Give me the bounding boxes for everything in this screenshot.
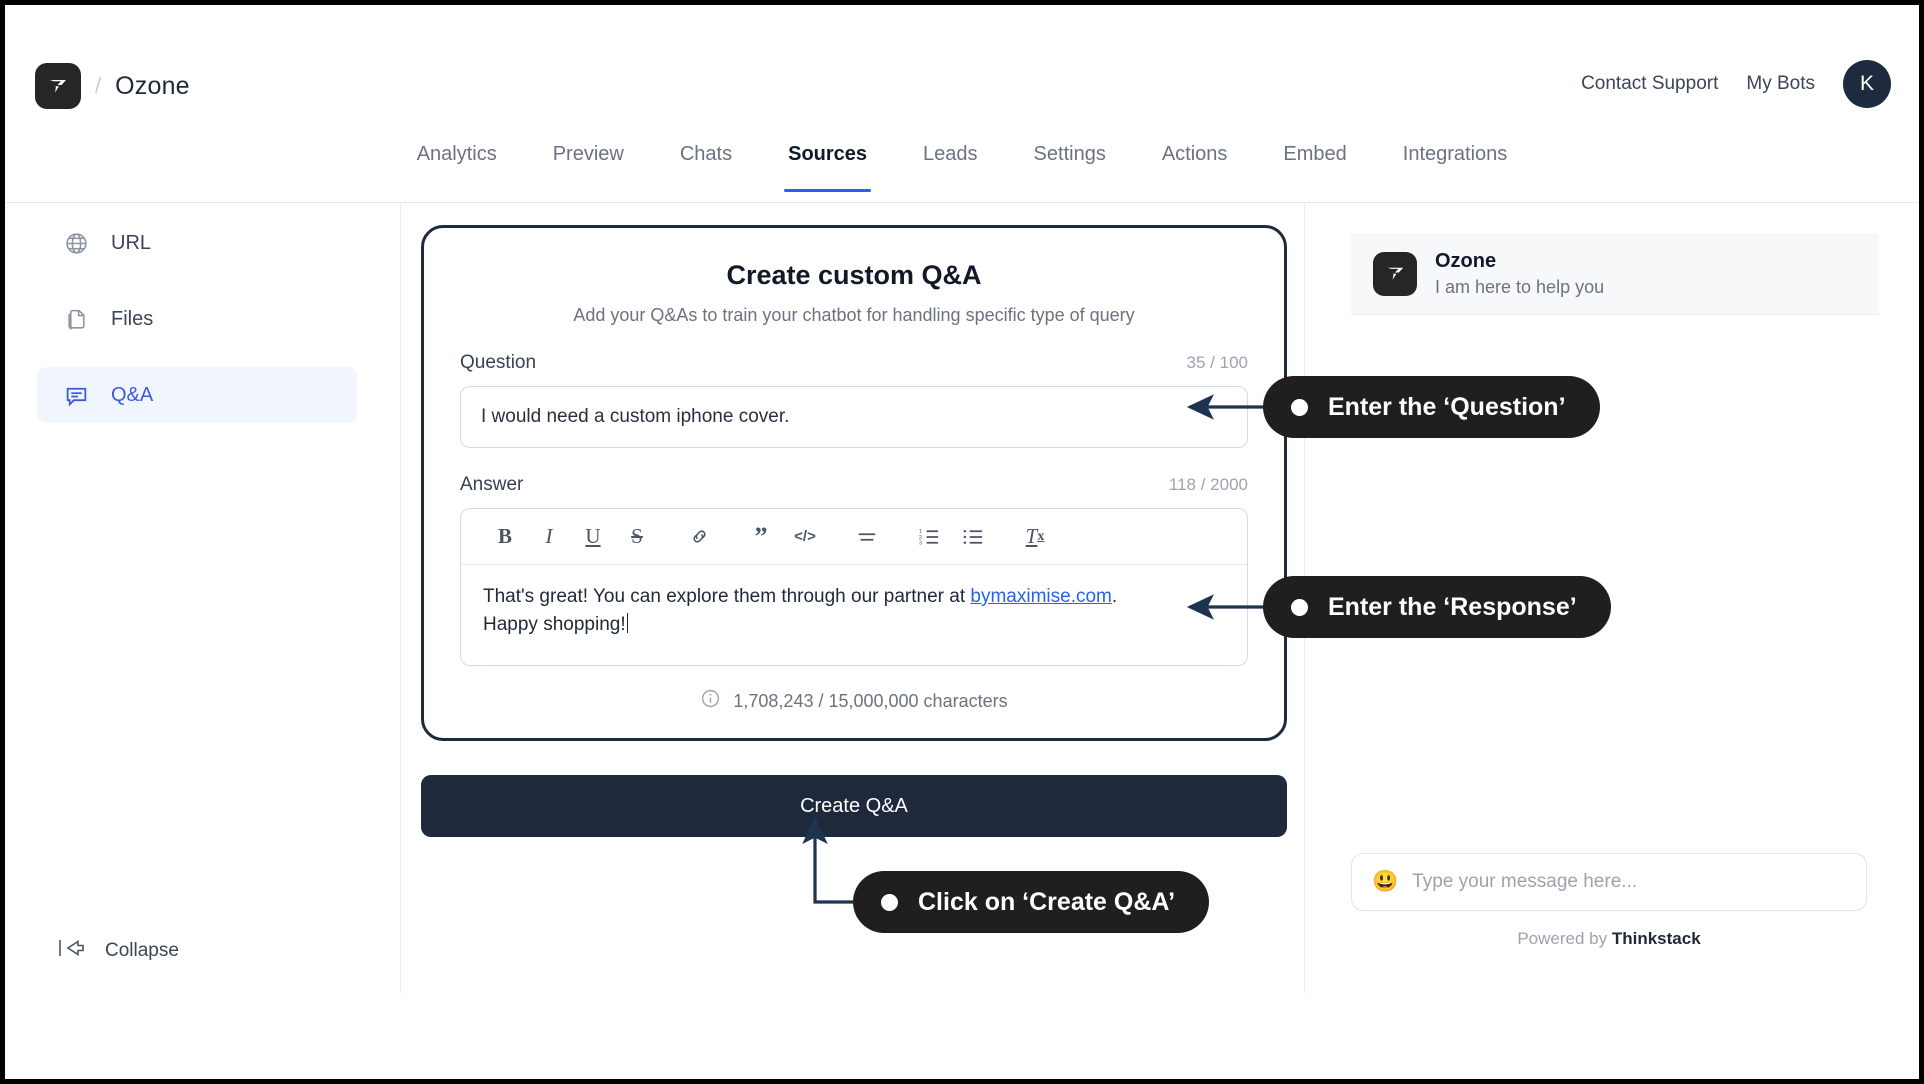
- bullet-dot-icon: [1291, 598, 1308, 616]
- callout-text: Click on ‘Create Q&A’: [918, 887, 1176, 916]
- app-header: / Ozone Contact Support My Bots K: [5, 5, 1919, 121]
- my-bots-link[interactable]: My Bots: [1746, 73, 1815, 95]
- callout-text: Enter the ‘Question’: [1328, 392, 1566, 421]
- sidebar-item-qa[interactable]: Q&A: [37, 367, 357, 423]
- bullet-list-icon[interactable]: [951, 517, 995, 557]
- thinkstack-logo-icon[interactable]: [35, 63, 81, 109]
- chat-header: Ozone I am here to help you: [1351, 233, 1879, 315]
- bullet-dot-icon: [881, 893, 898, 911]
- question-label: Question: [460, 352, 537, 373]
- answer-link[interactable]: bymaximise.com: [970, 586, 1111, 607]
- sidebar-item-label: Files: [111, 307, 154, 330]
- documents-icon: [63, 306, 89, 332]
- create-qa-card: Create custom Q&A Add your Q&As to train…: [421, 225, 1287, 741]
- question-counter: 35 / 100: [1186, 353, 1248, 372]
- code-icon[interactable]: </>: [783, 517, 827, 557]
- tab-analytics[interactable]: Analytics: [389, 121, 525, 192]
- answer-text-before-link: That's great! You can explore them throu…: [483, 586, 971, 607]
- text-caret: [626, 612, 629, 633]
- contact-support-link[interactable]: Contact Support: [1581, 73, 1718, 95]
- callout-text: Enter the ‘Response’: [1328, 592, 1577, 621]
- header-actions: Contact Support My Bots K: [1581, 60, 1891, 108]
- avatar[interactable]: K: [1843, 60, 1891, 108]
- sidebar-item-files[interactable]: Files: [37, 291, 357, 347]
- callout-enter-response: Enter the ‘Response’: [1263, 576, 1611, 638]
- smiley-icon[interactable]: 😃: [1372, 870, 1398, 894]
- tab-leads[interactable]: Leads: [895, 121, 1006, 192]
- question-field-header: Question 35 / 100: [460, 352, 1248, 374]
- breadcrumb-separator: /: [95, 73, 102, 98]
- powered-by-prefix: Powered by: [1517, 929, 1612, 948]
- powered-by: Powered by Thinkstack: [1351, 929, 1867, 949]
- info-icon: [700, 688, 721, 714]
- answer-counter: 118 / 2000: [1168, 475, 1248, 494]
- character-total: 1,708,243 / 15,000,000 characters: [424, 688, 1284, 714]
- chat-message-input[interactable]: 😃 Type your message here...: [1351, 853, 1867, 911]
- question-input-value: I would need a custom iphone cover.: [481, 406, 790, 427]
- answer-label: Answer: [460, 474, 524, 495]
- thinkstack-logo-icon: [1373, 251, 1417, 296]
- chat-bot-name: Ozone: [1435, 249, 1497, 272]
- sidebar-item-url[interactable]: URL: [37, 215, 357, 271]
- tab-sources[interactable]: Sources: [760, 121, 895, 192]
- blockquote-icon[interactable]: ”: [739, 517, 783, 557]
- answer-text-after-link: .: [1111, 586, 1118, 607]
- character-total-label: 1,708,243 / 15,000,000 characters: [733, 690, 1008, 711]
- tab-preview[interactable]: Preview: [525, 121, 652, 192]
- chat-bot-tagline: I am here to help you: [1435, 276, 1605, 297]
- page-title: Ozone: [115, 71, 190, 100]
- globe-icon: [63, 230, 89, 256]
- callout-click-create: Click on ‘Create Q&A’: [853, 871, 1210, 933]
- answer-field-header: Answer 118 / 2000: [460, 474, 1248, 496]
- answer-second-line: Happy shopping!: [483, 613, 626, 635]
- chat-input-placeholder: Type your message here...: [1412, 871, 1638, 892]
- clear-format-icon[interactable]: Tx: [1013, 517, 1057, 557]
- italic-icon[interactable]: I: [527, 517, 571, 557]
- tab-chats[interactable]: Chats: [652, 121, 760, 192]
- breadcrumb: / Ozone: [35, 63, 190, 109]
- sidebar-item-label: Q&A: [111, 383, 154, 406]
- callout-enter-question: Enter the ‘Question’: [1263, 376, 1600, 438]
- link-icon[interactable]: [677, 517, 721, 557]
- screenshot-frame: / Ozone Contact Support My Bots K Analyt…: [0, 0, 1924, 1084]
- svg-text:3: 3: [918, 540, 921, 545]
- main-tabs: Analytics Preview Chats Sources Leads Se…: [5, 121, 1919, 203]
- powered-by-brand: Thinkstack: [1611, 929, 1701, 948]
- bold-icon[interactable]: B: [483, 517, 527, 557]
- card-subtitle: Add your Q&As to train your chatbot for …: [573, 305, 1135, 325]
- answer-editor: B I U S ” </> 1 2 3 T x That's great! Yo…: [460, 508, 1248, 666]
- answer-editor-body[interactable]: That's great! You can explore them throu…: [461, 565, 1247, 665]
- underline-icon[interactable]: U: [571, 517, 615, 557]
- tab-embed[interactable]: Embed: [1255, 121, 1374, 192]
- chat-lines-icon: [63, 382, 89, 408]
- ordered-list-icon[interactable]: 1 2 3: [907, 517, 951, 557]
- align-icon[interactable]: [845, 517, 889, 557]
- sources-sidebar: URL Files Q&A Collapse: [5, 203, 401, 993]
- tab-integrations[interactable]: Integrations: [1375, 121, 1536, 192]
- strikethrough-icon[interactable]: S: [615, 517, 659, 557]
- collapse-label: Collapse: [105, 940, 179, 961]
- tab-actions[interactable]: Actions: [1134, 121, 1256, 192]
- collapse-left-icon: [57, 937, 87, 965]
- tab-settings[interactable]: Settings: [1006, 121, 1134, 192]
- collapse-sidebar-button[interactable]: Collapse: [57, 937, 179, 965]
- bullet-dot-icon: [1291, 398, 1308, 416]
- create-qa-button[interactable]: Create Q&A: [421, 775, 1287, 837]
- card-title: Create custom Q&A: [726, 260, 982, 290]
- app-window: / Ozone Contact Support My Bots K Analyt…: [5, 5, 1919, 1079]
- editor-toolbar: B I U S ” </> 1 2 3 T x: [461, 509, 1247, 565]
- question-input[interactable]: I would need a custom iphone cover.: [460, 386, 1248, 448]
- sidebar-item-label: URL: [111, 231, 152, 254]
